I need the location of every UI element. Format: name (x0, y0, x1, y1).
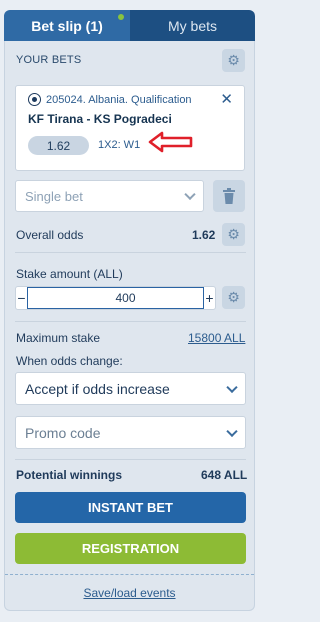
save-load-events-label[interactable]: Save/load events (83, 586, 175, 600)
delete-bets-button[interactable] (213, 180, 245, 212)
bet-slip-panel: YOUR BETS ⚙ 205024. Albania. Qualificati… (4, 41, 255, 611)
maximum-stake-label: Maximum stake (16, 331, 101, 345)
chevron-down-icon (184, 188, 196, 201)
stake-settings-button[interactable]: ⚙ (222, 286, 245, 309)
bet-card: 205024. Albania. Qualification ✕ KF Tira… (15, 85, 245, 171)
promo-code-placeholder: Promo code (25, 424, 101, 441)
tab-my-bets-label: My bets (167, 17, 217, 34)
odds-change-selected: Accept if odds increase (25, 380, 170, 397)
gear-icon: ⚙ (227, 52, 240, 68)
trash-icon (223, 188, 235, 204)
red-arrow-icon (148, 131, 193, 153)
stake-stepper: − + (15, 286, 216, 310)
overall-odds-settings-button[interactable]: ⚙ (222, 223, 245, 246)
bet-odds-chip: 1.62 (28, 136, 89, 155)
potential-winnings-value: 648 ALL (201, 468, 248, 482)
divider (15, 459, 246, 460)
save-load-events-link: Save/load events (5, 586, 254, 600)
bet-match: KF Tirana - KS Pogradeci (28, 112, 172, 126)
bet-slip-tabs: Bet slip (1) My bets (4, 10, 255, 41)
your-bets-settings-button[interactable]: ⚙ (222, 49, 245, 72)
soccer-ball-icon (28, 93, 41, 106)
stake-increase-button[interactable]: + (204, 287, 215, 309)
gear-icon: ⚙ (227, 289, 240, 305)
tab-bet-slip[interactable]: Bet slip (1) (4, 10, 130, 41)
stake-label: Stake amount (ALL) (16, 267, 123, 281)
stake-input[interactable] (27, 287, 204, 309)
potential-winnings-label: Potential winnings (16, 468, 123, 482)
odds-change-select[interactable]: Accept if odds increase (15, 372, 246, 405)
promo-code-field[interactable]: Promo code (15, 416, 246, 449)
your-bets-heading: YOUR BETS (16, 54, 82, 66)
odds-change-label: When odds change: (16, 354, 123, 368)
tab-bet-slip-label: Bet slip (1) (31, 17, 103, 34)
divider (15, 321, 246, 322)
divider (5, 574, 254, 575)
tab-my-bets[interactable]: My bets (130, 10, 255, 41)
chevron-down-icon (226, 425, 238, 437)
bet-league: 205024. Albania. Qualification (46, 94, 192, 106)
close-icon[interactable]: ✕ (220, 90, 233, 108)
overall-odds-value: 1.62 (192, 228, 216, 242)
maximum-stake-link[interactable]: 15800 ALL (188, 331, 245, 345)
divider (15, 252, 246, 253)
instant-bet-button[interactable]: INSTANT BET (15, 492, 246, 523)
bet-type-selected: Single bet (25, 188, 83, 204)
registration-button[interactable]: REGISTRATION (15, 533, 246, 564)
gear-icon: ⚙ (227, 226, 240, 242)
stake-decrease-button[interactable]: − (16, 287, 27, 309)
chevron-down-icon (226, 381, 238, 393)
bet-type-select[interactable]: Single bet (15, 180, 204, 212)
bet-market: 1X2: W1 (98, 139, 141, 151)
overall-odds-label: Overall odds (16, 228, 84, 242)
notification-dot-icon (118, 14, 124, 20)
